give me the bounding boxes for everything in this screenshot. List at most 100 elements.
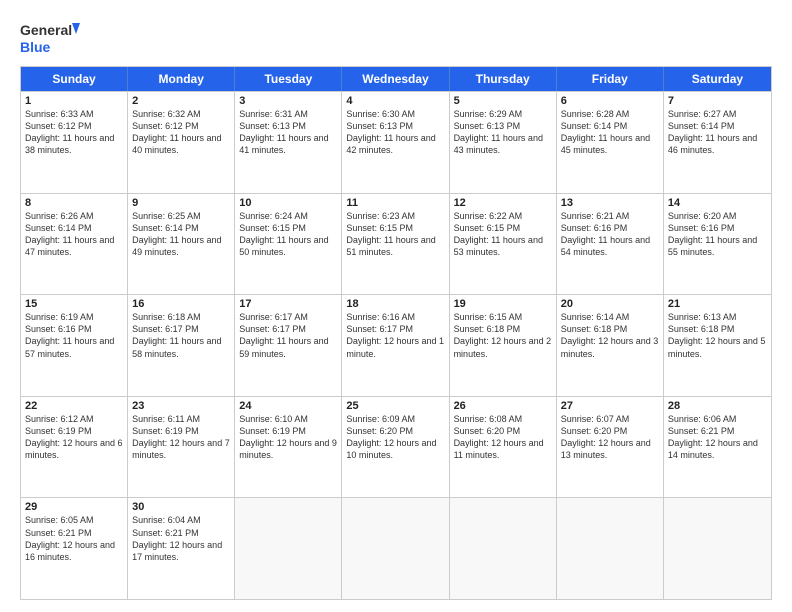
- header-day-tuesday: Tuesday: [235, 67, 342, 91]
- cell-info: Sunrise: 6:26 AMSunset: 6:14 PMDaylight:…: [25, 210, 123, 259]
- cell-info: Sunrise: 6:28 AMSunset: 6:14 PMDaylight:…: [561, 108, 659, 157]
- cell-info: Sunrise: 6:33 AMSunset: 6:12 PMDaylight:…: [25, 108, 123, 157]
- cell-info: Sunrise: 6:08 AMSunset: 6:20 PMDaylight:…: [454, 413, 552, 462]
- cell-info: Sunrise: 6:21 AMSunset: 6:16 PMDaylight:…: [561, 210, 659, 259]
- cell-info: Sunrise: 6:18 AMSunset: 6:17 PMDaylight:…: [132, 311, 230, 360]
- cell-info: Sunrise: 6:22 AMSunset: 6:15 PMDaylight:…: [454, 210, 552, 259]
- day-number: 23: [132, 400, 230, 412]
- day-number: 2: [132, 95, 230, 107]
- day-number: 24: [239, 400, 337, 412]
- day-number: 17: [239, 298, 337, 310]
- cell-info: Sunrise: 6:29 AMSunset: 6:13 PMDaylight:…: [454, 108, 552, 157]
- calendar-cell-6: 6 Sunrise: 6:28 AMSunset: 6:14 PMDayligh…: [557, 92, 664, 193]
- calendar-cell-1: 1 Sunrise: 6:33 AMSunset: 6:12 PMDayligh…: [21, 92, 128, 193]
- cell-info: Sunrise: 6:04 AMSunset: 6:21 PMDaylight:…: [132, 514, 230, 563]
- day-number: 1: [25, 95, 123, 107]
- cell-info: Sunrise: 6:07 AMSunset: 6:20 PMDaylight:…: [561, 413, 659, 462]
- calendar-cell-2: 2 Sunrise: 6:32 AMSunset: 6:12 PMDayligh…: [128, 92, 235, 193]
- svg-text:Blue: Blue: [20, 39, 51, 55]
- day-number: 4: [346, 95, 444, 107]
- cell-info: Sunrise: 6:30 AMSunset: 6:13 PMDaylight:…: [346, 108, 444, 157]
- calendar-cell-empty: [557, 498, 664, 599]
- day-number: 27: [561, 400, 659, 412]
- calendar-cell-20: 20 Sunrise: 6:14 AMSunset: 6:18 PMDaylig…: [557, 295, 664, 396]
- calendar-cell-29: 29 Sunrise: 6:05 AMSunset: 6:21 PMDaylig…: [21, 498, 128, 599]
- calendar-cell-30: 30 Sunrise: 6:04 AMSunset: 6:21 PMDaylig…: [128, 498, 235, 599]
- day-number: 10: [239, 197, 337, 209]
- calendar-week-3: 22 Sunrise: 6:12 AMSunset: 6:19 PMDaylig…: [21, 396, 771, 498]
- calendar-cell-21: 21 Sunrise: 6:13 AMSunset: 6:18 PMDaylig…: [664, 295, 771, 396]
- calendar-cell-4: 4 Sunrise: 6:30 AMSunset: 6:13 PMDayligh…: [342, 92, 449, 193]
- day-number: 28: [668, 400, 767, 412]
- calendar-cell-3: 3 Sunrise: 6:31 AMSunset: 6:13 PMDayligh…: [235, 92, 342, 193]
- calendar-header: SundayMondayTuesdayWednesdayThursdayFrid…: [21, 67, 771, 91]
- page: General Blue SundayMondayTuesdayWednesda…: [0, 0, 792, 612]
- logo-svg: General Blue: [20, 18, 80, 58]
- header-day-monday: Monday: [128, 67, 235, 91]
- calendar-cell-5: 5 Sunrise: 6:29 AMSunset: 6:13 PMDayligh…: [450, 92, 557, 193]
- calendar-cell-9: 9 Sunrise: 6:25 AMSunset: 6:14 PMDayligh…: [128, 194, 235, 295]
- svg-text:General: General: [20, 22, 72, 38]
- calendar-cell-27: 27 Sunrise: 6:07 AMSunset: 6:20 PMDaylig…: [557, 397, 664, 498]
- cell-info: Sunrise: 6:16 AMSunset: 6:17 PMDaylight:…: [346, 311, 444, 360]
- cell-info: Sunrise: 6:25 AMSunset: 6:14 PMDaylight:…: [132, 210, 230, 259]
- day-number: 11: [346, 197, 444, 209]
- header-day-friday: Friday: [557, 67, 664, 91]
- day-number: 13: [561, 197, 659, 209]
- calendar-cell-empty: [664, 498, 771, 599]
- calendar-body: 1 Sunrise: 6:33 AMSunset: 6:12 PMDayligh…: [21, 91, 771, 599]
- calendar-cell-14: 14 Sunrise: 6:20 AMSunset: 6:16 PMDaylig…: [664, 194, 771, 295]
- day-number: 5: [454, 95, 552, 107]
- calendar-week-0: 1 Sunrise: 6:33 AMSunset: 6:12 PMDayligh…: [21, 91, 771, 193]
- day-number: 19: [454, 298, 552, 310]
- day-number: 20: [561, 298, 659, 310]
- calendar-cell-11: 11 Sunrise: 6:23 AMSunset: 6:15 PMDaylig…: [342, 194, 449, 295]
- cell-info: Sunrise: 6:27 AMSunset: 6:14 PMDaylight:…: [668, 108, 767, 157]
- cell-info: Sunrise: 6:20 AMSunset: 6:16 PMDaylight:…: [668, 210, 767, 259]
- calendar-cell-15: 15 Sunrise: 6:19 AMSunset: 6:16 PMDaylig…: [21, 295, 128, 396]
- calendar-cell-8: 8 Sunrise: 6:26 AMSunset: 6:14 PMDayligh…: [21, 194, 128, 295]
- logo: General Blue: [20, 18, 80, 58]
- cell-info: Sunrise: 6:10 AMSunset: 6:19 PMDaylight:…: [239, 413, 337, 462]
- calendar-cell-empty: [235, 498, 342, 599]
- calendar-cell-7: 7 Sunrise: 6:27 AMSunset: 6:14 PMDayligh…: [664, 92, 771, 193]
- cell-info: Sunrise: 6:24 AMSunset: 6:15 PMDaylight:…: [239, 210, 337, 259]
- day-number: 14: [668, 197, 767, 209]
- calendar-cell-23: 23 Sunrise: 6:11 AMSunset: 6:19 PMDaylig…: [128, 397, 235, 498]
- day-number: 9: [132, 197, 230, 209]
- cell-info: Sunrise: 6:09 AMSunset: 6:20 PMDaylight:…: [346, 413, 444, 462]
- cell-info: Sunrise: 6:06 AMSunset: 6:21 PMDaylight:…: [668, 413, 767, 462]
- day-number: 6: [561, 95, 659, 107]
- day-number: 21: [668, 298, 767, 310]
- day-number: 16: [132, 298, 230, 310]
- cell-info: Sunrise: 6:31 AMSunset: 6:13 PMDaylight:…: [239, 108, 337, 157]
- calendar-cell-empty: [450, 498, 557, 599]
- day-number: 25: [346, 400, 444, 412]
- cell-info: Sunrise: 6:15 AMSunset: 6:18 PMDaylight:…: [454, 311, 552, 360]
- day-number: 8: [25, 197, 123, 209]
- header: General Blue: [20, 18, 772, 58]
- day-number: 22: [25, 400, 123, 412]
- calendar-cell-19: 19 Sunrise: 6:15 AMSunset: 6:18 PMDaylig…: [450, 295, 557, 396]
- cell-info: Sunrise: 6:19 AMSunset: 6:16 PMDaylight:…: [25, 311, 123, 360]
- day-number: 30: [132, 501, 230, 513]
- calendar-cell-empty: [342, 498, 449, 599]
- cell-info: Sunrise: 6:32 AMSunset: 6:12 PMDaylight:…: [132, 108, 230, 157]
- cell-info: Sunrise: 6:12 AMSunset: 6:19 PMDaylight:…: [25, 413, 123, 462]
- day-number: 18: [346, 298, 444, 310]
- cell-info: Sunrise: 6:14 AMSunset: 6:18 PMDaylight:…: [561, 311, 659, 360]
- calendar-cell-22: 22 Sunrise: 6:12 AMSunset: 6:19 PMDaylig…: [21, 397, 128, 498]
- calendar-cell-25: 25 Sunrise: 6:09 AMSunset: 6:20 PMDaylig…: [342, 397, 449, 498]
- cell-info: Sunrise: 6:17 AMSunset: 6:17 PMDaylight:…: [239, 311, 337, 360]
- calendar-week-2: 15 Sunrise: 6:19 AMSunset: 6:16 PMDaylig…: [21, 294, 771, 396]
- day-number: 7: [668, 95, 767, 107]
- day-number: 26: [454, 400, 552, 412]
- day-number: 15: [25, 298, 123, 310]
- calendar-cell-17: 17 Sunrise: 6:17 AMSunset: 6:17 PMDaylig…: [235, 295, 342, 396]
- calendar-cell-13: 13 Sunrise: 6:21 AMSunset: 6:16 PMDaylig…: [557, 194, 664, 295]
- calendar-cell-24: 24 Sunrise: 6:10 AMSunset: 6:19 PMDaylig…: [235, 397, 342, 498]
- calendar-cell-12: 12 Sunrise: 6:22 AMSunset: 6:15 PMDaylig…: [450, 194, 557, 295]
- calendar-cell-10: 10 Sunrise: 6:24 AMSunset: 6:15 PMDaylig…: [235, 194, 342, 295]
- calendar-week-4: 29 Sunrise: 6:05 AMSunset: 6:21 PMDaylig…: [21, 497, 771, 599]
- header-day-wednesday: Wednesday: [342, 67, 449, 91]
